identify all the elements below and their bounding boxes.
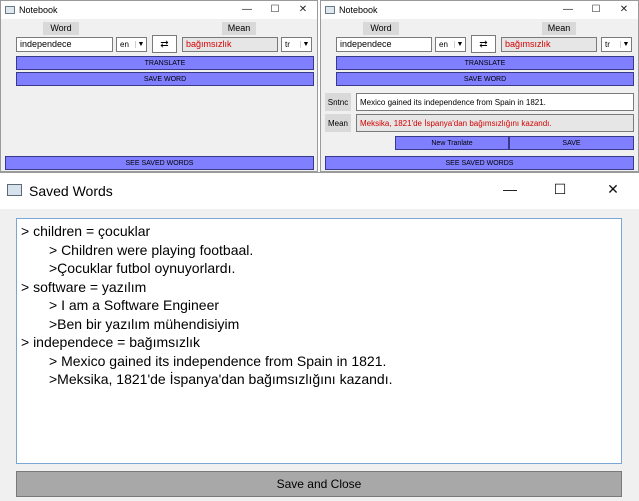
source-language-select[interactable]: en ▼ — [116, 37, 147, 52]
source-language-select[interactable]: en ▼ — [435, 37, 466, 52]
maximize-icon[interactable]: ☐ — [582, 3, 610, 17]
app-icon — [5, 6, 15, 14]
target-language-value: tr — [605, 40, 610, 49]
save-button[interactable]: SAVE — [509, 136, 634, 150]
left-titlebar: Notebook — ☐ ✕ — [1, 1, 317, 19]
source-language-value: en — [120, 40, 129, 49]
word-label: Word — [43, 22, 79, 35]
word-input[interactable]: independece — [16, 37, 113, 52]
meaning-output[interactable]: bağımsızlık — [501, 37, 597, 52]
swap-languages-button[interactable]: ⇄ — [471, 35, 496, 53]
saved-titlebar: Saved Words — ☐ ✕ — [0, 173, 639, 209]
saved-sentence-line: >Çocuklar futbol oynuyorlardı. — [49, 260, 236, 276]
mean-label: Mean — [542, 22, 576, 35]
save-and-close-button[interactable]: Save and Close — [16, 471, 622, 497]
saved-window-title: Saved Words — [29, 183, 113, 199]
target-language-select[interactable]: tr ▼ — [281, 37, 312, 52]
new-translate-button[interactable]: New Tranlate — [395, 136, 509, 150]
right-titlebar: Notebook — ☐ ✕ — [321, 1, 638, 19]
right-notebook-window: Notebook — ☐ ✕ Word Mean independece en … — [320, 0, 639, 172]
meaning-output[interactable]: bağımsızlık — [182, 37, 278, 52]
saved-word-line: > independece = bağımsızlık — [21, 334, 201, 350]
saved-sentence-line: > I am a Software Engineer — [49, 297, 220, 313]
maximize-icon[interactable]: ☐ — [261, 3, 289, 17]
saved-word-line: > software = yazılım — [21, 278, 147, 295]
sentence-mean-label: Mean — [325, 114, 351, 132]
translate-button[interactable]: TRANSLATE — [16, 56, 314, 70]
saved-sentence-line: > Mexico gained its independence from Sp… — [49, 352, 387, 369]
left-window-title: Notebook — [19, 5, 58, 15]
word-input[interactable]: independece — [336, 37, 432, 52]
left-notebook-window: Notebook — ☐ ✕ Word Mean independece en … — [0, 0, 318, 172]
app-icon — [325, 6, 335, 14]
target-language-select[interactable]: tr ▼ — [601, 37, 632, 52]
translate-button[interactable]: TRANSLATE — [336, 56, 634, 70]
minimize-icon[interactable]: — — [495, 181, 525, 201]
saved-sentence-line: >Meksika, 1821'de İspanya'dan bağımsızlı… — [49, 371, 393, 387]
saved-sentence-line: >Ben bir yazılım mühendisiyim — [49, 315, 240, 332]
minimize-icon[interactable]: — — [554, 3, 582, 17]
word-label: Word — [363, 22, 399, 35]
minimize-icon[interactable]: — — [233, 3, 261, 17]
maximize-icon[interactable]: ☐ — [545, 181, 575, 201]
saved-words-window: Saved Words — ☐ ✕ > children = çocuklar >… — [0, 172, 639, 501]
saved-word-line: > children = çocuklar — [21, 223, 151, 239]
close-icon[interactable]: ✕ — [598, 181, 628, 201]
close-icon[interactable]: ✕ — [610, 3, 638, 17]
right-window-title: Notebook — [339, 5, 378, 15]
sentence-label: Sntnc — [325, 93, 351, 111]
save-word-button[interactable]: SAVE WORD — [16, 72, 314, 86]
see-saved-words-button[interactable]: SEE SAVED WORDS — [5, 156, 314, 170]
target-language-value: tr — [285, 40, 290, 49]
swap-arrows-icon: ⇄ — [160, 38, 169, 50]
chevron-down-icon[interactable]: ▼ — [135, 41, 146, 48]
chevron-down-icon[interactable]: ▼ — [454, 41, 465, 48]
save-word-button[interactable]: SAVE WORD — [336, 72, 634, 86]
app-icon — [7, 184, 22, 196]
sentence-input[interactable]: Mexico gained its independence from Spai… — [356, 93, 634, 111]
see-saved-words-button[interactable]: SEE SAVED WORDS — [325, 156, 634, 170]
close-icon[interactable]: ✕ — [289, 3, 317, 17]
mean-label: Mean — [222, 22, 256, 35]
sentence-meaning-output[interactable]: Meksika, 1821'de İspanya'dan bağımsızlığ… — [356, 114, 634, 132]
chevron-down-icon[interactable]: ▼ — [620, 41, 631, 48]
chevron-down-icon[interactable]: ▼ — [300, 41, 311, 48]
source-language-value: en — [439, 40, 448, 49]
saved-words-textarea[interactable]: > children = çocuklar > Children were pla… — [16, 218, 622, 464]
swap-languages-button[interactable]: ⇄ — [152, 35, 177, 53]
saved-sentence-line: > Children were playing footbaal. — [49, 241, 254, 258]
swap-arrows-icon: ⇄ — [479, 38, 488, 50]
